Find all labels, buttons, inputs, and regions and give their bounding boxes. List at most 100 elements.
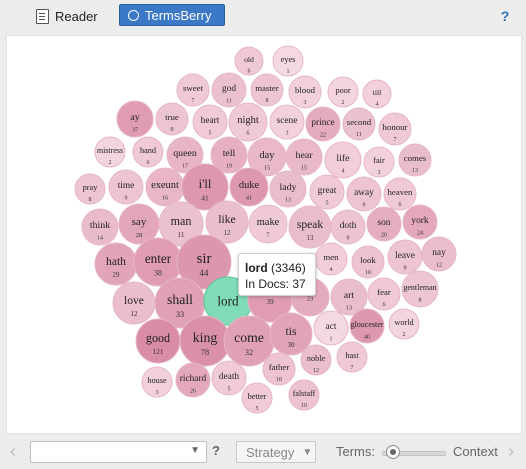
bubble-men[interactable]: men 4 — [314, 242, 348, 276]
bubble-good[interactable]: good 121 — [135, 318, 181, 364]
bubble-count-label: 11 — [178, 231, 185, 239]
bubble-king[interactable]: king 78 — [179, 315, 231, 367]
bubble-duke[interactable]: duke 41 — [229, 167, 269, 207]
bubble-master[interactable]: master 8 — [250, 73, 284, 107]
bottom-toolbar: ‹ ▼ ? Strategy ▼ Terms: Context › — [0, 434, 526, 469]
bubble-term-label: night — [237, 115, 259, 126]
bubble-death[interactable]: death 5 — [211, 360, 247, 396]
help-icon[interactable]: ? — [498, 8, 512, 24]
strategy-dropdown[interactable]: Strategy ▼ — [236, 441, 316, 463]
search-input[interactable] — [35, 443, 189, 463]
bubble-say[interactable]: say 28 — [118, 203, 160, 245]
bubble-count-label: 15 — [301, 165, 307, 171]
bubble-speak[interactable]: speak 13 — [288, 205, 332, 249]
bubble-heart[interactable]: heart 5 — [192, 104, 228, 140]
bubble-term-label: till — [373, 88, 382, 97]
bubble-term-label: honour — [383, 122, 408, 132]
bubble-term-label: lady — [279, 182, 296, 193]
bubble-act[interactable]: act 1 — [313, 310, 349, 346]
term-search-combobox[interactable]: ▼ — [30, 441, 207, 463]
bubble-night[interactable]: night 6 — [228, 102, 268, 142]
bubble-old[interactable]: old 6 — [234, 46, 264, 76]
bubble-count-label: 16 — [162, 195, 168, 202]
chevron-down-icon[interactable]: ▼ — [190, 445, 200, 456]
bubble-fair[interactable]: fair 3 — [363, 146, 395, 178]
bubble-love[interactable]: love 12 — [112, 281, 156, 325]
bubble-york[interactable]: york 24 — [402, 204, 438, 240]
bubble-nay[interactable]: nay 12 — [421, 236, 457, 272]
bubble-count-label: 6 — [399, 202, 402, 208]
bubble-count-label: 4 — [376, 102, 379, 108]
bubble-term-label: act — [326, 322, 337, 332]
bubble-honour[interactable]: honour 7 — [378, 112, 412, 146]
bubble-hand[interactable]: hand 6 — [132, 136, 164, 168]
bubble-world[interactable]: world 2 — [388, 308, 420, 340]
bubble-hath[interactable]: hath 29 — [94, 242, 138, 286]
bubble-father[interactable]: father 10 — [262, 352, 296, 386]
bubble-lady[interactable]: lady 13 — [269, 170, 307, 208]
bubble-noble[interactable]: noble 12 — [300, 344, 332, 376]
bubble-hast[interactable]: hast 7 — [336, 341, 368, 373]
bubble-term-label: great — [318, 186, 337, 196]
bubble-count-label: 6 — [383, 302, 386, 308]
tab-termsberry[interactable]: TermsBerry — [119, 4, 225, 26]
bubble-count-label: 17 — [182, 163, 188, 169]
bubble-pray[interactable]: pray 8 — [74, 173, 106, 205]
bubble-look[interactable]: look 10 — [351, 245, 385, 279]
bubble-true[interactable]: true 9 — [155, 102, 189, 136]
bubble-leave[interactable]: leave 9 — [387, 239, 423, 275]
bubble-till[interactable]: till 4 — [362, 79, 392, 109]
bubble-ay[interactable]: ay 37 — [116, 100, 154, 138]
bubble-away[interactable]: away 9 — [346, 176, 382, 212]
bubble-son[interactable]: son 20 — [366, 206, 402, 242]
bubble-count-label: 7 — [351, 365, 354, 371]
bubble-sweet[interactable]: sweet 7 — [176, 73, 210, 107]
bubble-comes[interactable]: comes 13 — [398, 143, 432, 177]
bubble-count-label: 13 — [285, 197, 291, 203]
bubble-count-label: 7 — [394, 137, 397, 143]
bubble-eyes[interactable]: eyes 1 — [272, 45, 304, 77]
bubble-hear[interactable]: hear 15 — [285, 138, 323, 176]
bubble-god[interactable]: god 11 — [211, 72, 247, 108]
bubble-richard[interactable]: richard 26 — [175, 362, 211, 398]
bubble-count-label: 28 — [136, 232, 143, 239]
bubble-better[interactable]: better 5 — [241, 382, 273, 414]
bubble-term-label: prince — [311, 118, 334, 128]
bubble-doth[interactable]: doth 9 — [330, 209, 366, 245]
bubble-make[interactable]: make 7 — [248, 204, 288, 244]
bubble-term-label: sweet — [183, 83, 204, 93]
bubble-house[interactable]: house 3 — [141, 366, 173, 398]
bubble-count-label: 9 — [404, 265, 407, 271]
bubble-gloucester[interactable]: gloucester 40 — [349, 308, 385, 344]
bubble-exeunt[interactable]: exeunt 16 — [145, 167, 185, 207]
bubble-count-label: 5 — [256, 406, 259, 412]
previous-page-button[interactable]: ‹ — [10, 442, 20, 460]
bubble-scene[interactable]: scene 3 — [269, 104, 305, 140]
bubble-poor[interactable]: poor 2 — [327, 76, 359, 108]
bubble-term-label: art — [344, 290, 355, 301]
bubble-term-label: mistress — [97, 146, 123, 155]
bubble-term-label: fear — [377, 287, 391, 297]
bubble-life[interactable]: life 4 — [324, 141, 362, 179]
bubble-blood[interactable]: blood 3 — [288, 75, 322, 109]
next-page-button[interactable]: › — [508, 442, 518, 460]
search-help-icon[interactable]: ? — [212, 443, 220, 458]
bubble-time[interactable]: time 9 — [108, 169, 144, 205]
bubble-prince[interactable]: prince 22 — [305, 106, 341, 142]
bubble-mistress[interactable]: mistress 2 — [94, 136, 126, 168]
bubble-falstaff[interactable]: falstaff 10 — [288, 379, 320, 411]
bubble-term-label: eyes — [281, 55, 296, 64]
tooltip-frequency: (3346) — [271, 261, 306, 275]
bubble-count-label: 78 — [201, 348, 209, 357]
bubble-fear[interactable]: fear 6 — [367, 277, 401, 311]
bubble-great[interactable]: great 5 — [309, 174, 345, 210]
bubble-second[interactable]: second 11 — [342, 107, 376, 141]
bubble-term-label: tis — [286, 326, 297, 338]
tab-reader[interactable]: Reader — [30, 5, 104, 27]
bubble-term-label: think — [90, 220, 110, 231]
tab-termsberry-label: TermsBerry — [145, 7, 212, 23]
bubble-gentleman[interactable]: gentleman 8 — [401, 270, 439, 308]
bubble-think[interactable]: think 14 — [81, 208, 119, 246]
terms-context-slider-thumb[interactable] — [386, 445, 401, 459]
bubble-heaven[interactable]: heaven 6 — [383, 177, 417, 211]
